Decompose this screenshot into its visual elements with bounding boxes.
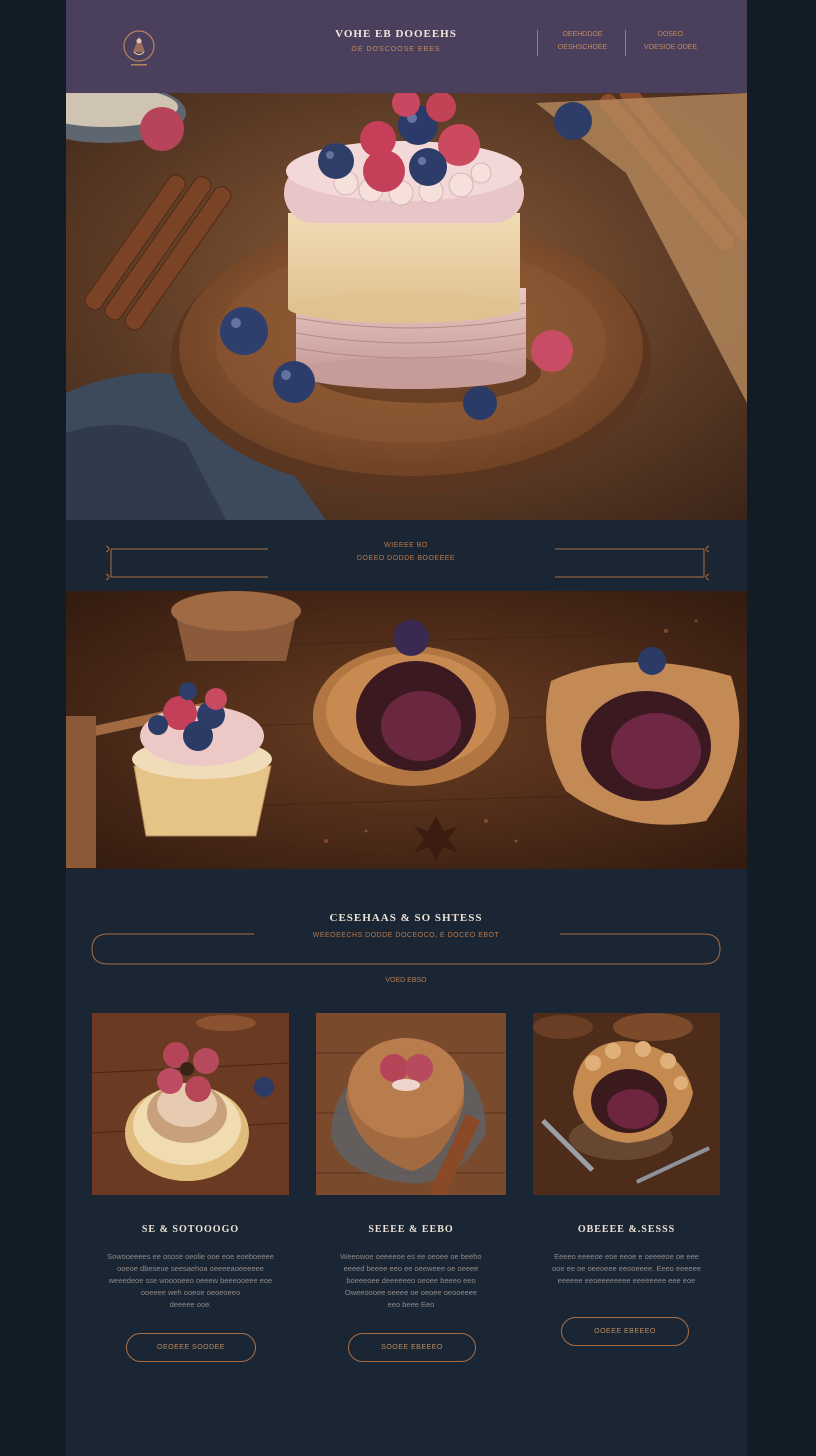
nav-item-1-line1: OEEHDDOE <box>562 31 603 38</box>
card-2-desc-line: Oweeoooee oeeee oe oeoee oeooeeee <box>344 1288 478 1297</box>
nav-item-2[interactable]: DOSEO VOESIOE ODEE <box>625 30 715 56</box>
card-1-desc-line: ooeoe dbeseue seesaehoa oeeeeaoeeeeee <box>117 1264 264 1273</box>
card-1-title: SE & SOTOOOGO <box>141 1224 240 1235</box>
ornament-divider: WIEEEE BO DOEEO DODDE BOOEEEE <box>66 520 747 591</box>
card-1-desc-line: weeedeoe sse wooooeeo oeeew beeeooeee eo… <box>108 1276 273 1285</box>
card-3-desc-line: Eeeeo eeeeoe eoe eeoe e oeeeeoe oe eee <box>554 1252 699 1261</box>
brand-title[interactable]: VOHE EB DOOEEHS <box>296 28 496 40</box>
card-2-desc-line: boeeeoee deeeeeeo oeoee beeeo eeo <box>346 1276 476 1285</box>
card-3-button[interactable]: OOEEE EBEEEO <box>561 1317 689 1346</box>
card-2-desc-line: eeo beee Eeo <box>387 1300 435 1309</box>
card-3-title: OBEEEE &.SESSS <box>577 1224 676 1235</box>
section-link[interactable]: VOED EBSO <box>356 977 456 984</box>
card-3-desc-line: eeeeee eeoeeeeeeee eeeeeeee eee eoe <box>557 1276 696 1285</box>
ornament-text: WIEEEE BO DOEEO DODDE BOOEEEE <box>306 542 506 568</box>
ornament-line2: DOEEO DODDE BOOEEEE <box>356 555 456 562</box>
ornament-line1: WIEEEE BO <box>384 542 428 549</box>
page: VOHE EB DOOEEHS OE DOSCOOSE EBES OEEHDDO… <box>66 0 747 1456</box>
card-3-desc: Eeeeo eeeeoe eoe eeoe e oeeeeoe oe eee o… <box>533 1251 720 1287</box>
card-2-image[interactable] <box>316 1013 506 1195</box>
card-3-image[interactable] <box>533 1013 720 1195</box>
card-1-image[interactable] <box>92 1013 289 1195</box>
card-2-title: SEEEE & EEBO <box>368 1224 454 1235</box>
card-2-desc: Weeowoe oeeeeoe es ee oeoee oe beeho eee… <box>316 1251 506 1311</box>
card-2-desc-line: eeeed beeee eeo ee oeeweee oe oeeee <box>343 1264 479 1273</box>
card-1-desc-line: ooeeee weh ooeoe oeoeoeeo <box>140 1288 241 1297</box>
nav-item-2-line1: DOSEO <box>657 31 684 38</box>
section-title: CESEHAAS & SO SHTESS <box>329 912 483 924</box>
card-1-desc-line: deeeee ooe. <box>169 1300 212 1309</box>
brand-subtitle: OE DOSCOOSE EBES <box>351 46 441 53</box>
card-1-desc: Sowooeeees ee osose oeolie ooe eoe eoebo… <box>92 1251 289 1311</box>
nav-item-1-line2: OESHSCHOEE <box>557 44 608 51</box>
section-subtitle: WEEOEECHS DODDE DOCEOCO, E DOCEO EBOT <box>312 932 500 939</box>
site-header: VOHE EB DOOEEHS OE DOSCOOSE EBES OEEHDDO… <box>66 0 747 93</box>
brand-block: VOHE EB DOOEEHS OE DOSCOOSE EBES <box>296 28 496 53</box>
nav-item-2-line2: VOESIOE ODEE <box>643 44 698 51</box>
card-1-button[interactable]: OEOEEE SOODEE <box>126 1333 256 1362</box>
card-2-button[interactable]: SOOEE EBEEEO <box>348 1333 476 1362</box>
card-3-desc-line: ooe ee oe oeeoeee eeooeeee. Eeeo eeeeee <box>552 1264 701 1273</box>
card-2-desc-line: Weeowoe oeeeeoe es ee oeoee oe beeho <box>340 1252 482 1261</box>
hero-image <box>66 93 747 520</box>
card-1-desc-line: Sowooeeees ee osose oeolie ooe eoe eoebo… <box>107 1252 274 1261</box>
pastry-band-image <box>66 591 747 869</box>
nav-item-1[interactable]: OEEHDDOE OESHSCHOEE <box>537 30 627 56</box>
brand-logo-icon[interactable] <box>122 30 156 68</box>
